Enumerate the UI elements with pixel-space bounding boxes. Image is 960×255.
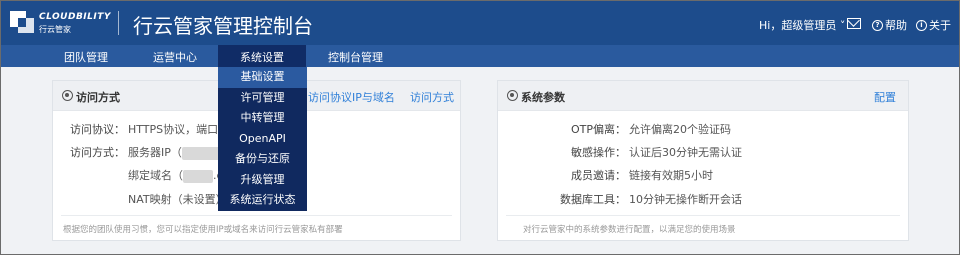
menu-item-relay[interactable]: 中转管理 bbox=[218, 108, 307, 129]
divider bbox=[506, 215, 900, 216]
card-footer-note: 对行云管家中的系统参数进行配置，以满足您的使用场景 bbox=[523, 225, 736, 235]
info-icon: i bbox=[916, 19, 927, 31]
menu-item-openapi[interactable]: OpenAPI bbox=[218, 129, 307, 150]
card-footer-note: 根据您的团队使用习惯，您可以指定使用IP或域名来访问行云管家私有部署 bbox=[63, 225, 343, 235]
main-nav: 团队管理 运营中心 系统设置 控制台管理 bbox=[1, 45, 959, 67]
about-button[interactable]: i 关于 bbox=[916, 17, 951, 33]
cloudbility-logo-icon bbox=[10, 11, 34, 33]
user-menu[interactable]: Hi，超级管理员 ˅ bbox=[759, 17, 845, 33]
card-title: 访问方式 bbox=[76, 91, 120, 104]
nav-team[interactable]: 团队管理 bbox=[64, 49, 108, 65]
row-value: 链接有效期5小时 bbox=[629, 169, 713, 182]
settings-icon bbox=[507, 90, 518, 101]
row-value: 10分钟无操作断开会话 bbox=[629, 193, 742, 206]
divider bbox=[61, 215, 452, 216]
header-bar: CLOUDBILITY 行云管家 行云管家管理控制台 Hi，超级管理员 ˅ ? … bbox=[1, 1, 959, 45]
system-params-card: 系统参数 配置 OTP偏离： 允许偏离20个验证码 敏感操作： 认证后30分钟无… bbox=[497, 80, 909, 241]
row-value-text: 服务器IP（ bbox=[128, 146, 182, 159]
logo-subtext: 行云管家 bbox=[39, 25, 71, 34]
row-label: 访问方式： bbox=[70, 146, 125, 159]
configure-link[interactable]: 配置 bbox=[874, 89, 896, 105]
logo-text: CLOUDBILITY bbox=[39, 12, 111, 22]
row-value: HTTPS协议，端口44 bbox=[128, 123, 233, 136]
menu-item-system-status[interactable]: 系统运行状态 bbox=[218, 190, 307, 211]
row-value: 认证后30分钟无需认证 bbox=[629, 146, 742, 159]
row-label: 访问协议： bbox=[70, 123, 125, 136]
chevron-down-icon: ˅ bbox=[836, 19, 846, 32]
system-settings-dropdown: 基础设置 许可管理 中转管理 OpenAPI 备份与还原 升级管理 系统运行状态 bbox=[218, 67, 307, 211]
mail-icon[interactable] bbox=[847, 18, 861, 29]
card-header: 系统参数 配置 bbox=[498, 81, 908, 111]
menu-item-backup-restore[interactable]: 备份与还原 bbox=[218, 149, 307, 170]
nav-console-management[interactable]: 控制台管理 bbox=[328, 49, 383, 65]
link-access-method[interactable]: 访问方式 bbox=[410, 89, 454, 105]
app-title: 行云管家管理控制台 bbox=[133, 14, 313, 38]
nav-system-settings[interactable]: 系统设置 bbox=[218, 45, 306, 67]
row-label-text: 绑定域名（ bbox=[128, 169, 183, 182]
link-access-protocol[interactable]: 访问协议 bbox=[308, 89, 352, 105]
nav-operations[interactable]: 运营中心 bbox=[153, 49, 197, 65]
link-ip-domain[interactable]: IP与域名 bbox=[352, 89, 395, 105]
row-value: NAT映射（未设置） bbox=[128, 193, 227, 206]
menu-item-upgrade[interactable]: 升级管理 bbox=[218, 170, 307, 191]
user-label: Hi，超级管理员 bbox=[759, 19, 837, 32]
help-label: 帮助 bbox=[885, 19, 907, 32]
row-label: 数据库工具： bbox=[560, 193, 626, 206]
redacted-block bbox=[183, 169, 213, 183]
row-value: 允许偏离20个验证码 bbox=[629, 123, 731, 136]
header-divider bbox=[118, 11, 119, 35]
row-value: 服务器IP（7 bbox=[128, 144, 229, 160]
menu-item-basic-settings[interactable]: 基础设置 bbox=[218, 67, 307, 88]
help-button[interactable]: ? 帮助 bbox=[872, 17, 907, 33]
card-title: 系统参数 bbox=[521, 91, 565, 104]
menu-item-license[interactable]: 许可管理 bbox=[218, 88, 307, 109]
access-icon bbox=[62, 90, 73, 101]
redacted-block bbox=[181, 146, 222, 160]
about-label: 关于 bbox=[929, 19, 951, 32]
question-icon: ? bbox=[872, 19, 883, 31]
row-label: 成员邀请： bbox=[571, 169, 626, 182]
row-label: 敏感操作： bbox=[571, 146, 626, 159]
row-value: 绑定域名（.c bbox=[128, 167, 223, 183]
row-label: OTP偏离： bbox=[570, 123, 626, 136]
